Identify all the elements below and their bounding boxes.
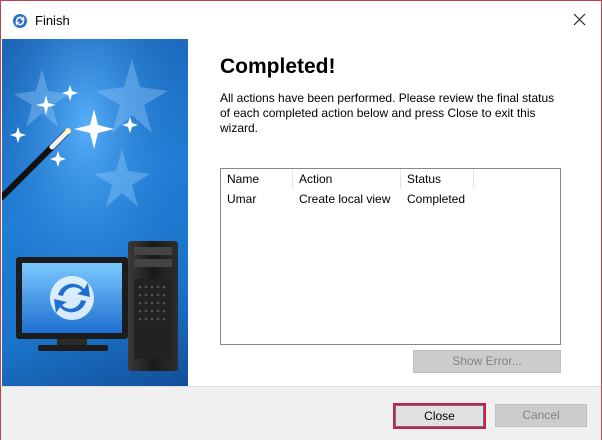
wizard-content: Completed! All actions have been perform… <box>188 39 601 386</box>
window-title: Finish <box>35 13 70 28</box>
list-header: Name Action Status <box>221 169 560 189</box>
page-title: Completed! <box>220 55 336 78</box>
close-icon[interactable] <box>569 9 591 31</box>
column-header-action[interactable]: Action <box>293 169 401 189</box>
app-icon <box>13 14 27 28</box>
title-bar: Finish <box>1 1 601 39</box>
cell-status: Completed <box>407 192 466 206</box>
cell-action: Create local view <box>299 192 391 206</box>
list-item[interactable]: Umar Create local view Completed <box>221 189 560 209</box>
computer-sync-icon <box>16 257 128 351</box>
cancel-button[interactable]: Cancel <box>495 404 587 427</box>
page-description: All actions have been performed. Please … <box>220 91 555 135</box>
wizard-window: Finish Completed! All actions have been … <box>0 0 602 440</box>
column-header-name[interactable]: Name <box>221 169 293 189</box>
show-error-button[interactable]: Show Error... <box>413 350 561 373</box>
button-bar: Close Cancel <box>1 386 601 440</box>
column-header-status[interactable]: Status <box>401 169 474 189</box>
wizard-banner-image <box>2 39 188 386</box>
close-button[interactable]: Close <box>393 403 486 429</box>
pc-tower-icon <box>128 241 178 371</box>
results-list[interactable]: Name Action Status Umar Create local vie… <box>220 168 561 345</box>
cell-name: Umar <box>227 192 257 206</box>
